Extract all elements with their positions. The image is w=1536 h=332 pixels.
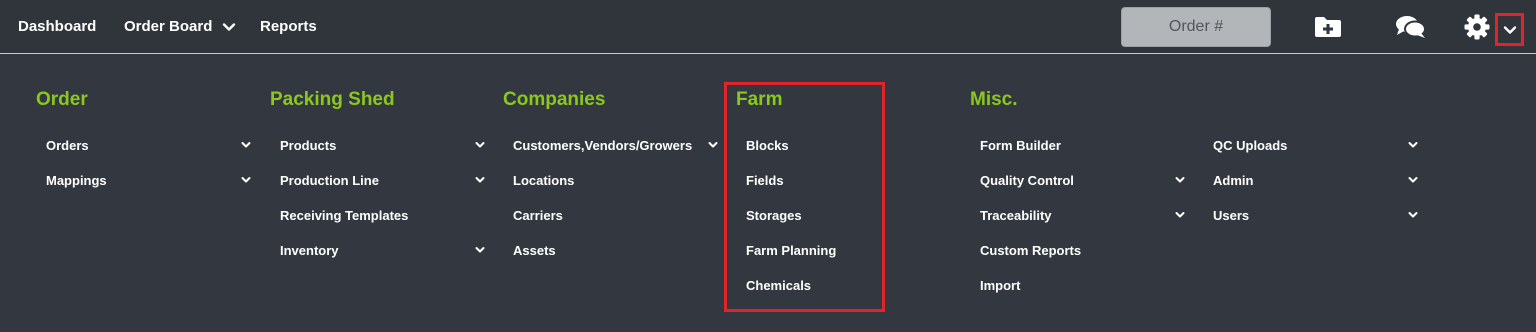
menu-item-storages[interactable]: Storages — [746, 206, 802, 226]
chat-icon[interactable] — [1395, 14, 1427, 40]
menu-item-assets[interactable]: Assets — [513, 241, 556, 261]
chevron-down-icon[interactable] — [1408, 176, 1418, 184]
menu-heading-misc: Misc. — [970, 89, 1018, 110]
chevron-down-icon[interactable] — [475, 246, 485, 254]
menu-item-receiving-templates[interactable]: Receiving Templates — [280, 206, 408, 226]
chevron-down-icon[interactable] — [475, 141, 485, 149]
chevron-down-icon[interactable] — [708, 141, 718, 149]
menu-heading-packing-shed: Packing Shed — [270, 89, 395, 110]
menu-item-users[interactable]: Users — [1213, 206, 1249, 226]
menu-item-carriers[interactable]: Carriers — [513, 206, 563, 226]
nav-order-board[interactable]: Order Board — [124, 0, 212, 54]
menu-item-fields[interactable]: Fields — [746, 171, 784, 191]
menu-item-traceability[interactable]: Traceability — [980, 206, 1052, 226]
menu-item-custom-reports[interactable]: Custom Reports — [980, 241, 1081, 261]
menu-item-customers-vendors-growers[interactable]: Customers,Vendors/Growers — [513, 136, 692, 156]
menu-item-qc-uploads[interactable]: QC Uploads — [1213, 136, 1287, 156]
nav-reports[interactable]: Reports — [260, 0, 317, 54]
chevron-down-icon[interactable] — [241, 176, 251, 184]
menu-item-production-line[interactable]: Production Line — [280, 171, 379, 191]
menu-item-orders[interactable]: Orders — [46, 136, 89, 156]
chevron-down-icon[interactable] — [241, 141, 251, 149]
menu-item-locations[interactable]: Locations — [513, 171, 574, 191]
menu-item-mappings[interactable]: Mappings — [46, 171, 107, 191]
chevron-down-icon[interactable] — [1175, 211, 1185, 219]
menu-item-import[interactable]: Import — [980, 276, 1020, 296]
chevron-down-icon — [1503, 26, 1517, 34]
top-navbar: Dashboard Order Board Reports — [0, 0, 1536, 54]
menu-item-form-builder[interactable]: Form Builder — [980, 136, 1061, 156]
chevron-down-icon[interactable] — [1175, 176, 1185, 184]
menu-item-farm-planning[interactable]: Farm Planning — [746, 241, 836, 261]
menu-item-quality-control[interactable]: Quality Control — [980, 171, 1074, 191]
chevron-down-icon[interactable] — [1408, 211, 1418, 219]
order-search-input[interactable] — [1121, 7, 1271, 47]
menu-item-chemicals[interactable]: Chemicals — [746, 276, 811, 296]
menu-heading-farm: Farm — [736, 89, 783, 110]
menu-heading-companies: Companies — [503, 89, 606, 110]
folder-plus-icon[interactable] — [1314, 15, 1342, 39]
menu-item-blocks[interactable]: Blocks — [746, 136, 789, 156]
menu-item-admin[interactable]: Admin — [1213, 171, 1253, 191]
gear-icon[interactable] — [1464, 14, 1490, 40]
chevron-down-icon[interactable] — [1408, 141, 1418, 149]
menu-item-inventory[interactable]: Inventory — [280, 241, 339, 261]
menu-heading-order: Order — [36, 89, 88, 110]
nav-dashboard[interactable]: Dashboard — [18, 0, 96, 54]
chevron-down-icon[interactable] — [222, 20, 236, 34]
chevron-down-icon[interactable] — [475, 176, 485, 184]
menu-item-products[interactable]: Products — [280, 136, 336, 156]
menu-collapse-button[interactable] — [1495, 13, 1524, 46]
